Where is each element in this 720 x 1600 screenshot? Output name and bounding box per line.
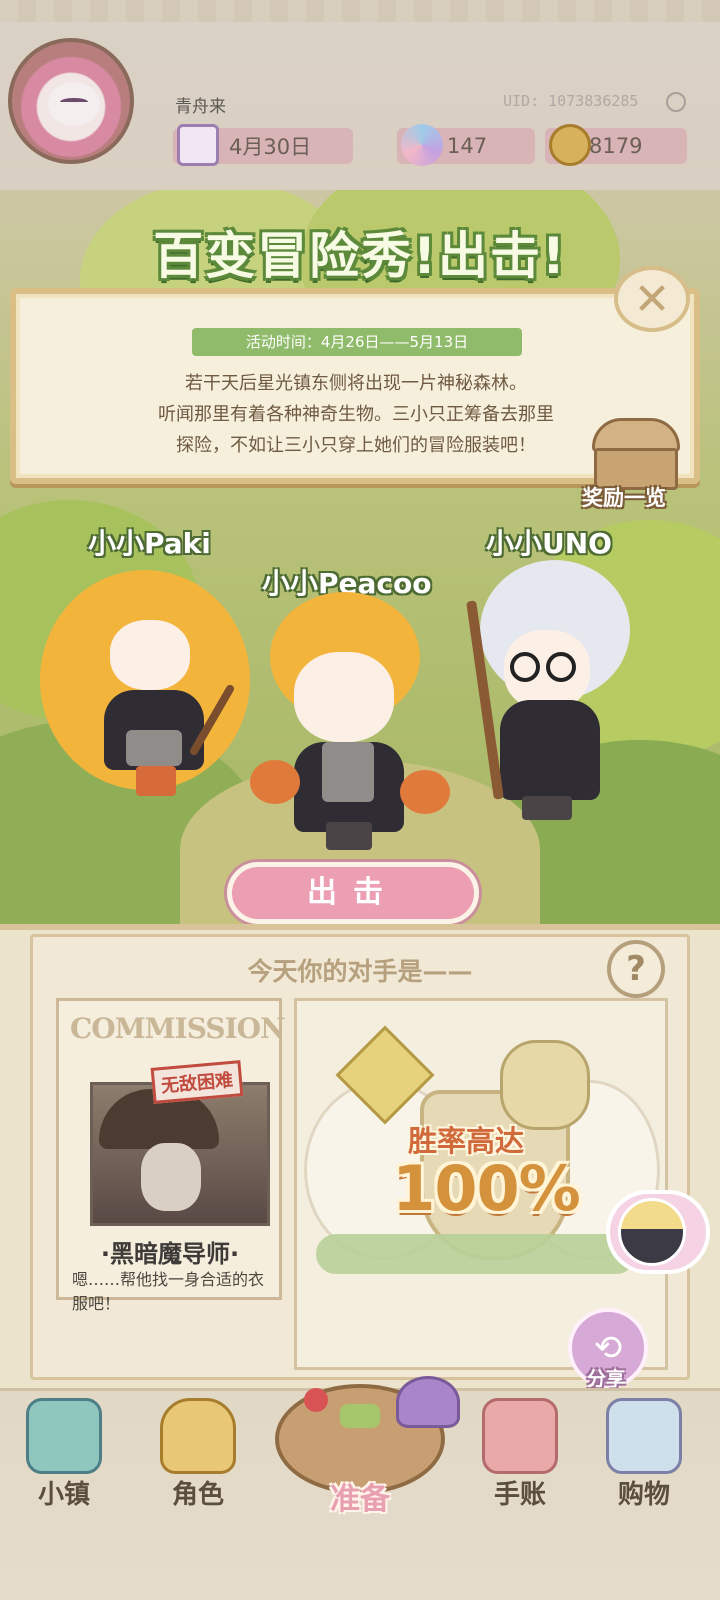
nav-item-character[interactable]: 角色 <box>138 1398 258 1528</box>
nav-label: 手账 <box>493 1480 546 1510</box>
character-face <box>294 652 394 742</box>
leaf-cluster-icon <box>500 1040 590 1130</box>
opponent-name: ·黑暗魔导师· <box>100 1240 240 1268</box>
shopping-bag-icon <box>606 1398 682 1474</box>
gem-icon <box>401 124 443 166</box>
nav-label: 购物 <box>617 1480 670 1510</box>
player-name: 青舟来 <box>175 97 226 117</box>
avatar-portrait <box>618 1198 686 1266</box>
event-desc-line: 探险，不如让三小只穿上她们的冒险服装吧！ <box>176 435 536 456</box>
character-shirt <box>322 742 374 802</box>
commission-label: COMMISSION <box>70 1012 286 1045</box>
copy-icon[interactable] <box>666 92 686 112</box>
glasses-icon <box>510 652 540 682</box>
close-button[interactable]: ✕ <box>614 266 690 332</box>
drumstick-icon <box>250 760 300 804</box>
glasses-icon <box>546 652 576 682</box>
player-avatar[interactable] <box>8 38 134 164</box>
event-description: 若干天后星光镇东侧将出现一片神秘森林。 听闻那里有着各种神奇生物。三小只正筹备去… <box>76 368 636 461</box>
nav-label: 小镇 <box>37 1480 90 1510</box>
character-face <box>110 620 190 690</box>
date-display[interactable]: 4月30日 <box>173 124 353 166</box>
chest-lid <box>592 418 680 452</box>
character-paki[interactable] <box>40 560 270 810</box>
go-button[interactable]: 出击 <box>227 862 479 924</box>
coin-count: 8179 <box>589 134 643 158</box>
coin-icon <box>549 124 591 166</box>
win-rate-value: 100% <box>392 1152 581 1225</box>
character-name-paki: 小小Paki <box>88 527 211 560</box>
opponent-description: 嗯……帮他找一身合适的衣服吧！ <box>72 1270 265 1313</box>
close-icon: ✕ <box>633 273 671 325</box>
event-desc-line: 若干天后星光镇东侧将出现一片神秘森林。 <box>185 373 527 394</box>
opponent-face <box>141 1143 201 1211</box>
event-title: 百变冒险秀!出击! <box>153 227 567 285</box>
date-text: 4月30日 <box>229 135 312 159</box>
avatar-eyes <box>60 98 88 106</box>
character-peacoo[interactable] <box>250 592 480 862</box>
character-skirt <box>126 730 182 766</box>
game-screen: 青舟来 UID: 1073836285 4月30日 147 8179 百变冒险秀… <box>0 0 720 1600</box>
gem-count: 147 <box>447 134 488 158</box>
event-time: 活动时间：4月26日——5月13日 <box>192 328 522 356</box>
nav-label: 准备 <box>330 1482 390 1517</box>
character-legs <box>326 822 372 850</box>
ribbon-decoration <box>316 1234 636 1274</box>
character-legs <box>522 796 572 820</box>
floating-character-avatar[interactable] <box>606 1190 710 1274</box>
gem-counter[interactable]: 147 <box>397 124 535 166</box>
journal-icon <box>482 1398 558 1474</box>
character-name-uno: 小小UNO <box>486 527 612 560</box>
player-uid: UID: 1073836285 <box>503 92 639 110</box>
nav-item-prepare[interactable]: 准备 <box>300 1398 420 1528</box>
nav-item-shop[interactable]: 购物 <box>584 1398 704 1528</box>
help-button[interactable]: ? <box>607 940 665 998</box>
nav-item-town[interactable]: 小镇 <box>4 1398 124 1528</box>
reward-list-button[interactable]: 奖励一览 <box>582 482 666 512</box>
event-desc-line: 听闻那里有着各种神奇生物。三小只正筹备去那里 <box>158 404 554 425</box>
opponent-portrait <box>90 1082 270 1226</box>
share-label[interactable]: 分享 <box>587 1364 625 1391</box>
nav-item-journal[interactable]: 手账 <box>460 1398 580 1528</box>
character-robe <box>500 700 600 800</box>
calendar-icon <box>177 124 219 166</box>
nav-label: 角色 <box>171 1480 224 1510</box>
drumstick-icon <box>400 770 450 814</box>
coin-counter[interactable]: 8179 <box>545 124 687 166</box>
top-decoration <box>0 0 720 22</box>
character-legs <box>136 766 176 796</box>
share-icon: ⟲ <box>593 1328 623 1368</box>
character-icon <box>160 1398 236 1474</box>
map-icon <box>26 1398 102 1474</box>
character-uno[interactable] <box>460 560 690 830</box>
